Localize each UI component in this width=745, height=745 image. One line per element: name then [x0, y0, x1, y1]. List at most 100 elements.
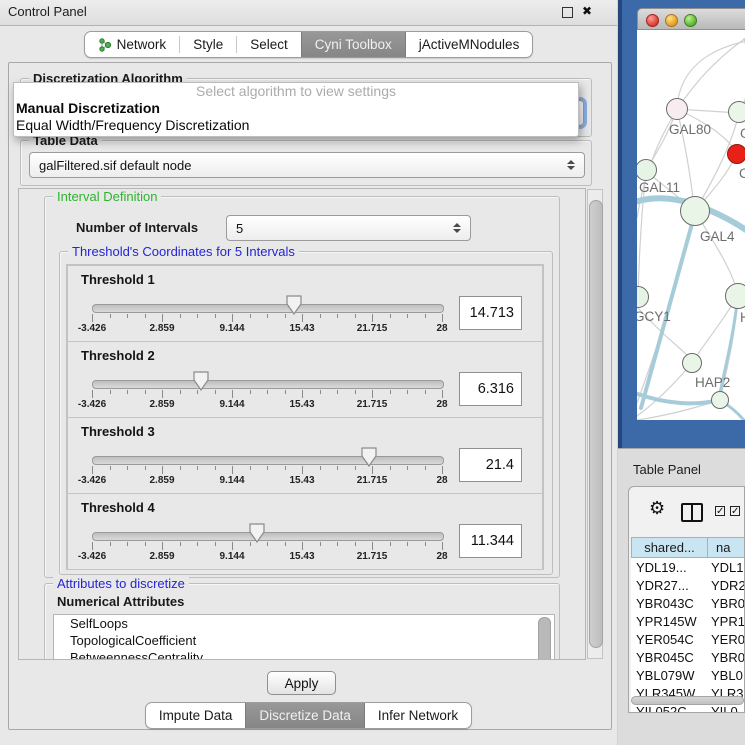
- tab-discretize-data[interactable]: Discretize Data: [245, 703, 365, 728]
- checkbox-icon[interactable]: ✓: [730, 506, 740, 516]
- slider-tick: [390, 314, 391, 318]
- tab-jactivemnodules[interactable]: jActiveMNodules: [406, 32, 533, 57]
- slider-tick: [355, 390, 356, 394]
- slider-tick: [285, 390, 286, 394]
- threshold-value-box[interactable]: 14.713: [459, 296, 522, 330]
- slider-handle[interactable]: [249, 523, 265, 543]
- slider-tick: [180, 466, 181, 470]
- vertical-scrollbar-thumb[interactable]: [589, 200, 603, 648]
- slider-tick: [145, 314, 146, 318]
- slider-tick: [320, 466, 321, 470]
- column-header-name[interactable]: na: [708, 537, 745, 558]
- settings-scrollpane: Interval Definition Number of Intervals …: [18, 188, 586, 660]
- tab-select[interactable]: Select: [237, 32, 301, 57]
- cell-shared-name: YBR043C: [631, 596, 708, 611]
- slider-tick: [425, 542, 426, 546]
- combo-spinner-icon: [567, 160, 575, 170]
- tab-label: Discretize Data: [259, 708, 351, 723]
- network-node[interactable]: [725, 283, 745, 309]
- table-row[interactable]: YPR145WYPR1: [631, 612, 745, 630]
- slider-tick: [127, 390, 128, 394]
- slider-tick: [92, 542, 93, 550]
- tab-impute-data[interactable]: Impute Data: [146, 703, 246, 728]
- vertical-scrollbar[interactable]: [587, 189, 603, 659]
- slider-handle[interactable]: [361, 447, 377, 467]
- apply-button[interactable]: Apply: [267, 671, 336, 695]
- screen: Control Panel ✖ NetworkStyleSelectCyni T…: [0, 0, 745, 745]
- threshold-value-box[interactable]: 11.344: [459, 524, 522, 558]
- slider-track[interactable]: [92, 304, 444, 313]
- attributes-listbox[interactable]: SelfLoopsTopologicalCoefficientBetweenne…: [53, 614, 555, 660]
- network-canvas[interactable]: GAL80GCGAL11GAL4GCY1HHAP2: [637, 30, 745, 420]
- tab-label: Infer Network: [378, 708, 458, 723]
- slider-scale-label: 28: [436, 323, 447, 334]
- slider-tick: [180, 542, 181, 546]
- table-row[interactable]: YDR27...YDR2: [631, 576, 745, 594]
- slider-scale-label: 2.859: [149, 551, 174, 562]
- slider-handle[interactable]: [286, 295, 302, 315]
- horizontal-scrollbar[interactable]: [631, 696, 744, 706]
- attribute-list-item[interactable]: TopologicalCoefficient: [54, 632, 554, 649]
- slider-scale-label: 9.144: [219, 475, 244, 486]
- slider-tick: [372, 390, 373, 398]
- zoom-traffic-light-icon[interactable]: [684, 14, 697, 27]
- table-row[interactable]: YBL079WYBL0: [631, 666, 745, 684]
- cell-shared-name: YDL19...: [631, 560, 708, 575]
- slider-tick: [407, 390, 408, 394]
- slider-tick: [162, 466, 163, 474]
- table-row[interactable]: YBR043CYBR0: [631, 594, 745, 612]
- slider-scale-label: -3.426: [78, 399, 106, 410]
- cell-shared-name: YDR27...: [631, 578, 708, 593]
- slider-tick: [372, 314, 373, 322]
- node-label: GAL11: [639, 180, 680, 195]
- network-node[interactable]: [682, 353, 702, 373]
- split-columns-icon[interactable]: [681, 503, 703, 522]
- dropdown-option[interactable]: Manual Discretization: [14, 100, 578, 117]
- table-row[interactable]: YBR045CYBR0: [631, 648, 745, 666]
- slider-scale-label: 21.715: [357, 399, 388, 410]
- dropdown-option[interactable]: Equal Width/Frequency Discretization: [14, 117, 578, 134]
- slider-track[interactable]: [92, 456, 444, 465]
- num-intervals-combobox[interactable]: 5: [226, 215, 471, 241]
- column-header-shared-name[interactable]: shared...: [631, 537, 708, 558]
- tab-infer-network[interactable]: Infer Network: [365, 703, 471, 728]
- checkbox-icon[interactable]: ✓: [715, 506, 725, 516]
- list-scrollbar-thumb[interactable]: [538, 617, 551, 660]
- network-node[interactable]: [727, 144, 745, 164]
- minimize-traffic-light-icon[interactable]: [665, 14, 678, 27]
- slider-tick: [232, 314, 233, 322]
- network-node[interactable]: [711, 391, 729, 409]
- numerical-attributes-label: Numerical Attributes: [57, 594, 184, 609]
- table-data-combobox[interactable]: galFiltered.sif default node: [29, 152, 585, 178]
- float-window-icon[interactable]: [562, 7, 573, 18]
- network-node[interactable]: [728, 101, 745, 123]
- slider-tick: [442, 390, 443, 398]
- panel-title: Control Panel: [8, 4, 87, 19]
- tab-network[interactable]: Network: [85, 32, 180, 57]
- attribute-list-item[interactable]: SelfLoops: [54, 615, 554, 632]
- slider-scale-label: 2.859: [149, 323, 174, 334]
- table-row[interactable]: YDL19...YDL1: [631, 558, 745, 576]
- threshold-value-box[interactable]: 6.316: [459, 372, 522, 406]
- horizontal-scrollbar-thumb[interactable]: [631, 696, 744, 705]
- network-window: GAL80GCGAL11GAL4GCY1HHAP2: [637, 8, 745, 420]
- threshold-value-box[interactable]: 21.4: [459, 448, 522, 482]
- slider-handle[interactable]: [193, 371, 209, 391]
- slider-track[interactable]: [92, 380, 444, 389]
- tab-style[interactable]: Style: [180, 32, 236, 57]
- close-icon[interactable]: ✖: [582, 4, 592, 18]
- cell-name: YBR0: [708, 650, 745, 665]
- slider-tick: [355, 542, 356, 546]
- network-node[interactable]: [666, 98, 688, 120]
- cell-name: YDL1: [708, 560, 745, 575]
- slider-tick: [180, 390, 181, 394]
- table-row[interactable]: YER054CYER0: [631, 630, 745, 648]
- slider-track[interactable]: [92, 532, 444, 541]
- threshold-label: Threshold 4: [81, 500, 155, 515]
- slider-scale: -3.4262.8599.14415.4321.71528: [92, 551, 442, 563]
- close-traffic-light-icon[interactable]: [646, 14, 659, 27]
- gear-icon[interactable]: ⚙: [649, 500, 665, 518]
- network-node[interactable]: [680, 196, 710, 226]
- attribute-list-item[interactable]: BetweennessCentrality: [54, 649, 554, 660]
- tab-cyni-toolbox[interactable]: Cyni Toolbox: [301, 32, 406, 57]
